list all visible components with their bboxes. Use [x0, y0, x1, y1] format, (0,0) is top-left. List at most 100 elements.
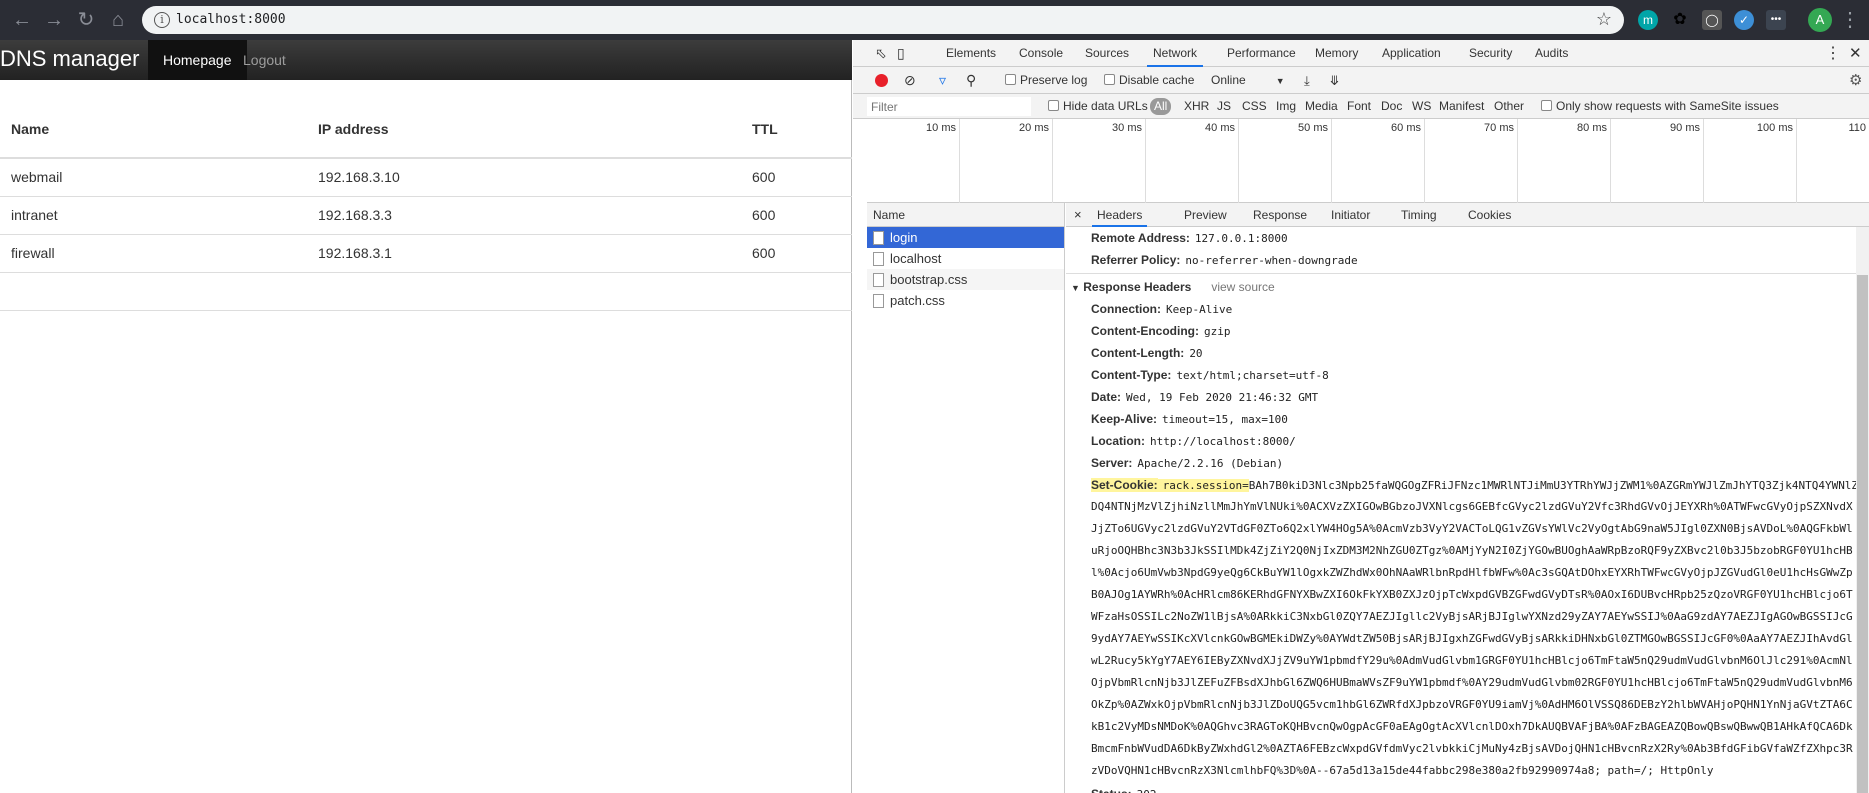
response-headers-section[interactable]: ▼ Response Headers view source	[1071, 280, 1275, 294]
cell-ttl: 600	[741, 158, 852, 197]
tab-network[interactable]: Network	[1147, 40, 1204, 67]
profile-avatar[interactable]: A	[1808, 8, 1832, 32]
tab-response[interactable]: Response	[1253, 203, 1307, 227]
request-item-patch-css[interactable]: patch.css	[867, 290, 1064, 311]
cookie-line: OjpVbmRlcnNjb3JlZEFuZFBsdXJhbGl6ZWQ6HUBm…	[1091, 676, 1853, 689]
brand[interactable]: DNS manager	[0, 46, 139, 72]
tab-performance[interactable]: Performance	[1227, 40, 1296, 67]
headers-content: Remote Address: 127.0.0.1:8000 Referrer P…	[1066, 227, 1856, 793]
filter-type-doc[interactable]: Doc	[1381, 94, 1402, 119]
tab-console[interactable]: Console	[1019, 40, 1063, 67]
url-text[interactable]: localhost:8000	[176, 12, 286, 27]
devtools-menu-icon[interactable]: ⋮	[1825, 40, 1841, 67]
triangle-down-icon: ▼	[1071, 283, 1080, 293]
home-button[interactable]: ⌂	[106, 8, 130, 32]
filter-type-img[interactable]: Img	[1276, 94, 1296, 119]
throttle-select[interactable]: Online ▼	[1211, 67, 1285, 94]
timeline-tick: 100 ms	[1704, 119, 1797, 203]
timeline-tick: 40 ms	[1146, 119, 1239, 203]
table-row: intranet 192.168.3.3 600	[0, 196, 852, 235]
cookie-line: OkZp%0AZWxkOjpVbmRlcnNjb3JlZDoUQG5vcm1hb…	[1091, 698, 1853, 711]
clear-icon[interactable]: ⊘	[904, 67, 916, 94]
view-source-link[interactable]: view source	[1211, 280, 1274, 294]
filter-type-js[interactable]: JS	[1217, 94, 1231, 119]
filter-type-font[interactable]: Font	[1347, 94, 1371, 119]
header-row: Date: Wed, 19 Feb 2020 21:46:32 GMT	[1091, 390, 1319, 404]
hide-data-urls-checkbox[interactable]: Hide data URLs	[1048, 94, 1148, 119]
tab-sources[interactable]: Sources	[1085, 40, 1129, 67]
timeline-tick: 70 ms	[1425, 119, 1518, 203]
disable-cache-checkbox[interactable]: Disable cache	[1104, 67, 1194, 94]
request-item-login[interactable]: login	[867, 227, 1064, 248]
inspect-element-icon[interactable]: ⬁	[875, 40, 887, 67]
tab-memory[interactable]: Memory	[1315, 40, 1358, 67]
tab-application[interactable]: Application	[1382, 40, 1441, 67]
preserve-log-checkbox[interactable]: Preserve log	[1005, 67, 1087, 94]
browser-menu-icon[interactable]: ⋮	[1838, 8, 1862, 32]
header-row: Content-Type: text/html;charset=utf-8	[1091, 368, 1329, 382]
address-bar[interactable]: i localhost:8000 ☆	[142, 6, 1624, 34]
table-spacer-row	[0, 272, 852, 311]
extension-dots-icon[interactable]: •••	[1766, 10, 1786, 30]
filter-type-ws[interactable]: WS	[1412, 94, 1431, 119]
forward-button[interactable]: →	[42, 8, 66, 32]
star-icon[interactable]: ☆	[1596, 9, 1612, 30]
nav-logout[interactable]: Logout	[228, 40, 301, 80]
cookie-line: kB1c2VyMDsNMDoK%0AQGhvc3RAGToKQHBvcnQwOg…	[1091, 720, 1853, 733]
tab-preview[interactable]: Preview	[1184, 203, 1227, 227]
timeline-tick: 60 ms	[1332, 119, 1425, 203]
tab-security[interactable]: Security	[1469, 40, 1512, 67]
filter-type-xhr[interactable]: XHR	[1184, 94, 1209, 119]
back-button[interactable]: ←	[10, 8, 34, 32]
devtools-tabbar: ⬁ ▯ Elements Console Sources Network Per…	[853, 40, 1869, 67]
cell-name: webmail	[0, 158, 307, 197]
arrow-right-icon: →	[44, 9, 64, 31]
header-remote-address: Remote Address: 127.0.0.1:8000	[1091, 231, 1288, 245]
device-toolbar-icon[interactable]: ▯	[897, 40, 905, 67]
close-detail-icon[interactable]: ×	[1074, 203, 1082, 227]
filter-type-css[interactable]: CSS	[1242, 94, 1267, 119]
tab-headers[interactable]: Headers	[1092, 203, 1148, 227]
import-har-icon[interactable]: ⤓	[1304, 67, 1310, 94]
extension-gnome-icon[interactable]: ✿	[1670, 10, 1690, 30]
filter-type-other[interactable]: Other	[1494, 94, 1524, 119]
arrow-left-icon: ←	[12, 9, 32, 31]
settings-gear-icon[interactable]: ⚙	[1849, 67, 1862, 94]
cell-ttl: 600	[741, 234, 852, 273]
extension-v-icon[interactable]: ✓	[1734, 10, 1754, 30]
header-row: Keep-Alive: timeout=15, max=100	[1091, 412, 1288, 426]
info-icon[interactable]: i	[154, 12, 170, 28]
request-list-header[interactable]: Name	[867, 203, 1064, 227]
tab-initiator[interactable]: Initiator	[1331, 203, 1370, 227]
export-har-icon[interactable]: ⤋	[1329, 67, 1340, 94]
cookie-line: WFzaHsOSSILc2NoZW1lBjsA%0ARkkiC3NxbGl0ZQ…	[1091, 610, 1853, 623]
tab-audits[interactable]: Audits	[1535, 40, 1568, 67]
cell-ip: 192.168.3.1	[307, 234, 741, 273]
filter-type-media[interactable]: Media	[1305, 94, 1338, 119]
headers-scrollbar[interactable]	[1856, 227, 1869, 793]
filter-type-manifest[interactable]: Manifest	[1439, 94, 1484, 119]
search-icon[interactable]: ⚲	[966, 67, 976, 94]
filter-input[interactable]	[867, 97, 1031, 116]
tab-elements[interactable]: Elements	[946, 40, 996, 67]
samesite-checkbox[interactable]: Only show requests with SameSite issues	[1541, 94, 1779, 119]
timeline-tick: 80 ms	[1518, 119, 1611, 203]
reload-icon: ↻	[77, 9, 95, 31]
extension-m-icon[interactable]: m	[1638, 10, 1658, 30]
filter-type-all[interactable]: All	[1150, 98, 1172, 115]
close-devtools-icon[interactable]: ✕	[1849, 40, 1862, 67]
request-item-bootstrap-css[interactable]: bootstrap.css	[867, 269, 1064, 290]
network-timeline[interactable]: 10 ms 20 ms 30 ms 40 ms 50 ms 60 ms 70 m…	[867, 119, 1869, 203]
request-item-localhost[interactable]: localhost	[867, 248, 1064, 269]
tab-cookies[interactable]: Cookies	[1468, 203, 1511, 227]
reload-button[interactable]: ↻	[74, 8, 98, 32]
filter-icon[interactable]: ▿	[939, 67, 946, 94]
document-icon	[873, 294, 884, 308]
timeline-tick: 30 ms	[1053, 119, 1146, 203]
tab-timing[interactable]: Timing	[1401, 203, 1437, 227]
record-icon[interactable]	[875, 74, 888, 87]
header-row: Content-Length: 20	[1091, 346, 1203, 360]
header-row: Content-Encoding: gzip	[1091, 324, 1231, 338]
scrollbar-thumb[interactable]	[1857, 275, 1868, 793]
extension-bulb-icon[interactable]: ◯	[1702, 10, 1722, 30]
